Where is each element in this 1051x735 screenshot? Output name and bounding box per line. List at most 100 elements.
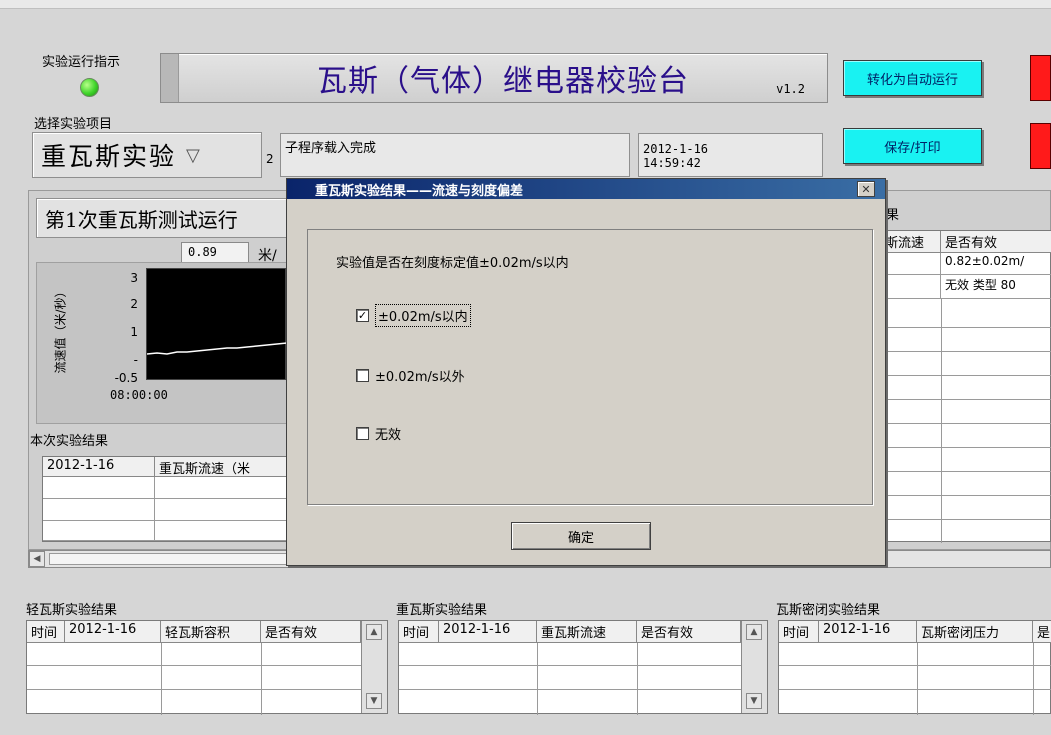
table-cell	[43, 521, 155, 541]
right-results-table: 斯流速 是否有效 0.82±0.02m/ 无效 类型 80	[880, 230, 1051, 543]
ytick-0: -	[133, 353, 138, 367]
close-icon[interactable]: ✕	[857, 181, 875, 197]
right-header-speed: 斯流速	[881, 231, 941, 253]
light-header-time: 时间	[27, 621, 65, 643]
dialog-question: 实验值是否在刻度标定值±0.02m/s以内	[336, 256, 569, 271]
column-divider	[941, 299, 942, 543]
table-cell	[881, 253, 941, 275]
row-divider	[881, 471, 1051, 472]
checkbox-invalid[interactable]	[356, 427, 369, 440]
app-title: 瓦斯（气体）继电器校验台	[317, 64, 689, 99]
option-outside[interactable]: ±0.02m/s以外	[356, 366, 465, 385]
row-divider	[399, 689, 741, 690]
table-cell	[881, 275, 941, 299]
experiment-selector[interactable]: 重瓦斯实验 ▽	[32, 132, 262, 178]
scroll-up-icon[interactable]: ▲	[746, 624, 762, 640]
light-gas-results-table: 时间 2012-1-16 轻瓦斯容积 是否有效 ▲ ▼	[26, 620, 388, 715]
seal-header-pressure: 瓦斯密闭压力	[917, 621, 1033, 643]
heavy-header-speed: 重瓦斯流速	[537, 621, 637, 643]
auto-run-button[interactable]: 转化为自动运行	[843, 60, 982, 96]
column-divider	[261, 643, 262, 715]
horizontal-scroll-thumb[interactable]	[49, 553, 289, 565]
checkbox-outside[interactable]	[356, 369, 369, 382]
row-divider	[881, 423, 1051, 424]
row-divider	[881, 399, 1051, 400]
dialog-option-group: 实验值是否在刻度标定值±0.02m/s以内 ✓ ±0.02m/s以内 ±0.02…	[307, 229, 873, 505]
heavy-gas-results-table: 时间 2012-1-16 重瓦斯流速 是否有效 ▲ ▼	[398, 620, 768, 715]
table-cell	[155, 521, 289, 541]
ok-button[interactable]: 确定	[511, 522, 651, 550]
heavy-header-valid: 是否有效	[637, 621, 741, 643]
ytick-neg05: -0.5	[114, 371, 138, 385]
row-divider	[779, 689, 1051, 690]
red-button-bottom[interactable]	[1030, 123, 1051, 169]
scroll-down-icon[interactable]: ▼	[366, 693, 382, 709]
scroll-down-icon[interactable]: ▼	[746, 693, 762, 709]
ytick-2: 2	[130, 297, 138, 311]
current-result-table: 2012-1-16 重瓦斯流速（米	[42, 456, 289, 542]
table-cell	[43, 477, 155, 499]
row-divider	[881, 447, 1051, 448]
heavy-table-scrollbar[interactable]: ▲ ▼	[741, 621, 767, 713]
option-within-label: ±0.02m/s以内	[375, 304, 471, 327]
seal-results-table: 时间 2012-1-16 瓦斯密闭压力 是	[778, 620, 1051, 715]
table-cell	[43, 499, 155, 521]
status-text-box: 子程序载入完成	[280, 133, 630, 177]
column-divider	[537, 643, 538, 715]
seal-results-label: 瓦斯密闭实验结果	[776, 603, 881, 618]
seal-header-valid: 是	[1033, 621, 1051, 643]
current-result-label: 本次实验结果	[30, 434, 109, 449]
dialog-titlebar[interactable]: 重瓦斯实验结果——流速与刻度偏差	[287, 179, 885, 199]
seal-header-time: 时间	[779, 621, 819, 643]
row-divider	[881, 519, 1051, 520]
light-header-date: 2012-1-16	[65, 621, 161, 643]
row-divider	[881, 495, 1051, 496]
heavy-header-date: 2012-1-16	[439, 621, 537, 643]
flow-plot	[146, 268, 288, 380]
selector-partial-char: 2	[266, 152, 274, 166]
scroll-up-icon[interactable]: ▲	[366, 624, 382, 640]
table-cell: 0.82±0.02m/	[941, 253, 1051, 275]
seal-header-date: 2012-1-16	[819, 621, 917, 643]
heavy-gas-results-label: 重瓦斯实验结果	[396, 603, 488, 618]
light-header-valid: 是否有效	[261, 621, 361, 643]
red-button-top[interactable]	[1030, 55, 1051, 101]
option-invalid[interactable]: 无效	[356, 424, 401, 443]
column-divider	[917, 643, 918, 715]
ytick-1: 1	[130, 325, 138, 339]
test-run-title-box: 第1次重瓦斯测试运行	[36, 198, 290, 238]
result-dialog: 重瓦斯实验结果——流速与刻度偏差 ✕ 实验值是否在刻度标定值±0.02m/s以内…	[286, 178, 886, 566]
option-outside-label: ±0.02m/s以外	[375, 370, 465, 385]
chevron-down-icon: ▽	[186, 144, 200, 166]
experiment-selector-value: 重瓦斯实验	[41, 142, 177, 171]
dialog-title: 重瓦斯实验结果——流速与刻度偏差	[315, 183, 524, 199]
row-divider	[881, 351, 1051, 352]
chart-ylabel: 流速值（米/秒）	[53, 284, 68, 374]
heavy-header-time: 时间	[399, 621, 439, 643]
title-banner: 瓦斯（气体）继电器校验台 v1.2	[160, 53, 828, 103]
select-experiment-label: 选择实验项目	[34, 117, 113, 132]
option-invalid-label: 无效	[375, 428, 402, 443]
table-cell: 无效 类型 80	[941, 275, 1051, 299]
title-grip	[161, 54, 179, 102]
save-print-button[interactable]: 保存/打印	[843, 128, 982, 164]
time-text: 14:59:42	[643, 156, 701, 170]
checkbox-within[interactable]: ✓	[356, 309, 369, 322]
speed-value-display: 0.89	[181, 242, 249, 264]
column-divider	[637, 643, 638, 715]
table-cell	[155, 499, 289, 521]
row-divider	[779, 665, 1051, 666]
flow-trace	[146, 342, 288, 355]
light-header-volume: 轻瓦斯容积	[161, 621, 261, 643]
current-result-header-speed: 重瓦斯流速（米	[155, 457, 289, 477]
run-indicator-led	[80, 78, 99, 97]
row-divider	[881, 327, 1051, 328]
scroll-left-icon[interactable]: ◀	[29, 551, 45, 567]
option-within[interactable]: ✓ ±0.02m/s以内	[356, 304, 471, 327]
row-divider	[27, 665, 361, 666]
date-text: 2012-1-16	[643, 142, 709, 156]
row-divider	[27, 689, 361, 690]
row-divider	[399, 665, 741, 666]
right-panel-label: 果	[886, 208, 900, 223]
light-table-scrollbar[interactable]: ▲ ▼	[361, 621, 387, 713]
